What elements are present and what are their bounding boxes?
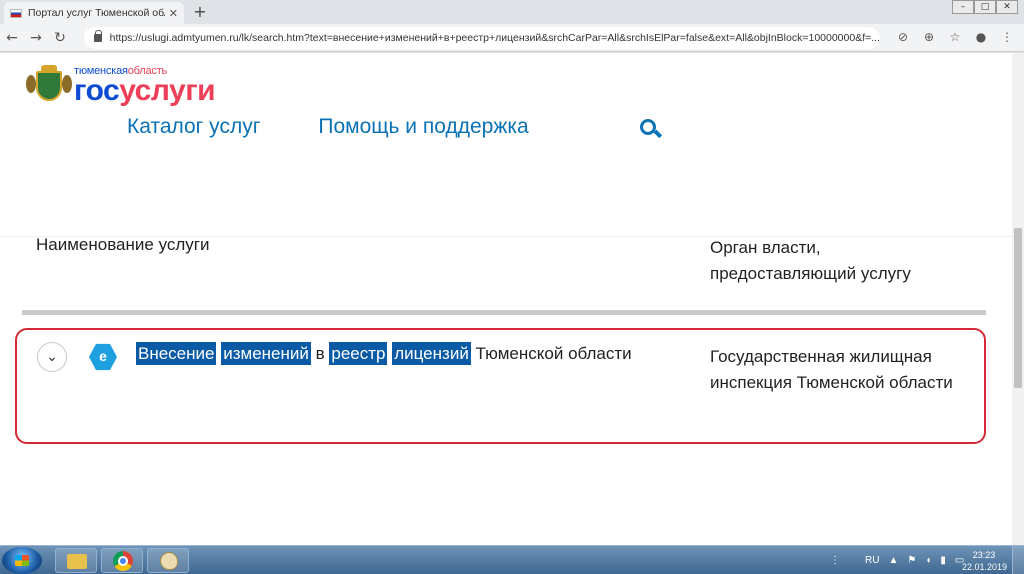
site-logo[interactable]: тюменскаяобласть госуслуги <box>26 65 216 107</box>
taskbar-explorer[interactable] <box>55 548 97 573</box>
browser-tabstrip: Портал услуг Тюменской облас ✕ + – □ ✕ <box>0 0 1024 24</box>
new-tab-button[interactable]: + <box>190 2 210 22</box>
show-desktop-button[interactable] <box>1012 546 1024 574</box>
table-row[interactable]: ⌄ е Внесение изменений в реестр лицензий… <box>15 328 986 444</box>
nav-catalog-link[interactable]: Каталог услуг <box>127 115 260 139</box>
reload-icon[interactable]: ↻ <box>48 30 72 46</box>
url-text: https://uslugi.admtyumen.ru/lk/search.ht… <box>109 32 880 44</box>
folder-icon <box>67 554 87 569</box>
brand-name: госуслуги <box>74 74 216 107</box>
back-icon[interactable]: ← <box>0 30 24 46</box>
coat-of-arms-icon <box>26 65 72 105</box>
blocked-popup-icon[interactable]: ⊘ <box>894 28 912 46</box>
address-bar[interactable]: https://uslugi.admtyumen.ru/lk/search.ht… <box>84 27 880 49</box>
maximize-icon[interactable]: □ <box>974 0 996 14</box>
page-scrollbar[interactable] <box>1012 53 1024 545</box>
column-header-agency: Орган власти, предоставляющий услугу <box>710 238 911 283</box>
favicon-icon <box>10 8 22 18</box>
system-tray: ⋮ RU ▲ ⚑ ◖ ▮ ▭ <box>830 546 964 574</box>
window-close-icon[interactable]: ✕ <box>996 0 1018 14</box>
browser-toolbar: ← → ↻ https://uslugi.admtyumen.ru/lk/sea… <box>0 24 1024 52</box>
browser-tab[interactable]: Портал услуг Тюменской облас ✕ <box>4 2 184 24</box>
language-indicator[interactable]: RU <box>865 555 879 566</box>
tab-title: Портал услуг Тюменской облас <box>28 7 165 19</box>
service-name-link[interactable]: Внесение изменений в реестр лицензий Тюм… <box>136 342 632 365</box>
forward-icon[interactable]: → <box>24 30 48 46</box>
close-icon[interactable]: ✕ <box>169 7 178 20</box>
chevron-down-icon[interactable]: ⌄ <box>37 342 67 372</box>
os-taskbar: ⋮ RU ▲ ⚑ ◖ ▮ ▭ 23:23 22.01.2019 <box>0 545 1024 574</box>
menu-dots-icon[interactable]: ⋮ <box>998 28 1016 46</box>
windows-logo-icon <box>15 555 29 566</box>
taskbar-chrome[interactable] <box>101 548 143 573</box>
bookmark-star-icon[interactable]: ☆ <box>946 28 964 46</box>
minimize-icon[interactable]: – <box>952 0 974 14</box>
column-header-service: Наименование услуги <box>36 235 210 254</box>
search-icon[interactable] <box>640 119 663 139</box>
service-agency: Государственная жилищная инспекция Тюмен… <box>710 347 953 392</box>
flag-icon[interactable]: ⚑ <box>907 555 916 566</box>
nav-help-link[interactable]: Помощь и поддержка <box>318 115 528 139</box>
web-page: тюменскаяобласть госуслуги Каталог услуг… <box>0 53 1012 545</box>
table-header-divider <box>22 310 986 315</box>
zoom-icon[interactable]: ⊕ <box>920 28 938 46</box>
start-button[interactable] <box>2 547 42 574</box>
clock-date: 22.01.2019 <box>962 562 1008 572</box>
tray-expand-icon[interactable]: ▲ <box>888 555 898 566</box>
toolbar-actions: ⊘ ⊕ ☆ ● ⋮ <box>894 28 1016 46</box>
clock-time: 23:23 <box>972 550 996 560</box>
network-icon[interactable]: ▮ <box>940 555 946 566</box>
taskbar-paint[interactable] <box>147 548 189 573</box>
clock[interactable]: 23:23 22.01.2019 <box>962 549 1008 573</box>
tray-grip-icon: ⋮ <box>830 554 840 566</box>
chrome-icon <box>113 551 133 571</box>
profile-icon[interactable]: ● <box>972 28 990 46</box>
window-controls: – □ ✕ <box>952 0 1018 14</box>
paint-icon <box>160 552 178 570</box>
scrollbar-thumb[interactable] <box>1014 228 1022 388</box>
lock-icon <box>94 30 102 42</box>
volume-icon[interactable]: ◖ <box>925 555 931 566</box>
electronic-service-badge: е <box>89 343 117 371</box>
main-nav: Каталог услуг Помощь и поддержка <box>127 115 529 139</box>
